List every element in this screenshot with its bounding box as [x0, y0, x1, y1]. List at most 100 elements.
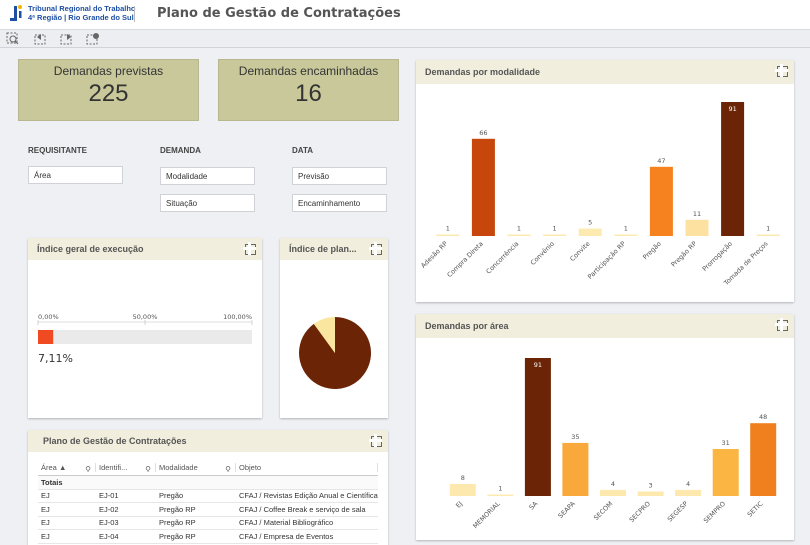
- kpi-value: 225: [88, 80, 129, 107]
- bar[interactable]: [507, 234, 531, 237]
- table-row[interactable]: EJ EJ-01 Pregão CFAJ / Revistas Edição A…: [38, 490, 378, 503]
- bar-value-label: 91: [728, 105, 736, 113]
- bar[interactable]: [712, 449, 739, 496]
- search-icon[interactable]: ⚲: [85, 465, 91, 472]
- kpi-demandas-encaminhadas[interactable]: Demandas encaminhadas 16: [218, 59, 399, 121]
- bar[interactable]: [750, 423, 777, 496]
- step-back-icon[interactable]: [34, 32, 48, 46]
- column-header-label: Objeto: [239, 463, 262, 472]
- table-row[interactable]: EJ EJ-02 Pregão RP CFAJ / Coffee Break e…: [38, 503, 378, 517]
- gauge-tick-max: 100,00%: [223, 313, 252, 321]
- card-title: Índice geral de execução: [37, 244, 144, 254]
- column-header-modalidade[interactable]: Modalidade ⚲: [156, 463, 236, 472]
- category-tick-label: Adesão RP: [419, 240, 449, 270]
- category-tick-label: MEMORIAL: [471, 499, 502, 530]
- column-header-objeto[interactable]: Objeto: [236, 463, 378, 472]
- planning-pie-chart: [299, 317, 372, 389]
- gauge-tick-min: 0,00%: [38, 313, 59, 321]
- bar[interactable]: [756, 234, 780, 237]
- search-selection-icon[interactable]: [6, 32, 20, 46]
- category-tick-label: Convênio: [529, 240, 556, 267]
- bar-value-label: 48: [759, 413, 767, 421]
- table-row[interactable]: EJ EJ-04 Pregão RP CFAJ / Empresa de Eve…: [38, 530, 378, 544]
- expand-icon[interactable]: [369, 242, 382, 255]
- category-tick-label: SECPRO: [628, 500, 652, 524]
- step-forward-icon[interactable]: [60, 32, 74, 46]
- card-title: Demandas por modalidade: [425, 67, 541, 77]
- bar-value-label: 8: [461, 474, 465, 482]
- bar[interactable]: [675, 489, 702, 496]
- column-header-label: Modalidade: [159, 463, 198, 472]
- column-header-area[interactable]: Área ▲ ⚲: [38, 463, 96, 472]
- bar-value-label: 3: [649, 482, 653, 490]
- bar[interactable]: [562, 442, 589, 496]
- app-header: Tribunal Regional do Trabalho 4ª Região …: [0, 0, 810, 30]
- plano-table: Área ▲ ⚲ Identifi... ⚲ Modalidade ⚲ Objeto …: [38, 460, 378, 544]
- bar-value-label: 4: [611, 480, 615, 488]
- kpi-value: 16: [295, 80, 322, 107]
- column-header-label: Área: [41, 463, 57, 472]
- clear-selection-icon[interactable]: [86, 32, 100, 46]
- category-tick-label: Compra Direta: [446, 240, 485, 279]
- search-icon[interactable]: ⚲: [145, 465, 151, 472]
- header-divider: [134, 6, 135, 22]
- expand-icon[interactable]: [775, 64, 788, 77]
- bar-value-label: 91: [534, 361, 542, 369]
- org-name: Tribunal Regional do Trabalho 4ª Região …: [28, 4, 136, 22]
- table-totals-row: Totais: [38, 476, 378, 490]
- bar[interactable]: [543, 234, 567, 237]
- column-header-identificador[interactable]: Identifi... ⚲: [96, 463, 156, 472]
- card-header: Demandas por área: [416, 314, 794, 338]
- filter-label-demanda: DEMANDA: [160, 146, 201, 155]
- bar[interactable]: [471, 138, 495, 236]
- category-tick-label: Convite: [568, 240, 591, 263]
- bar-value-label: 1: [517, 225, 521, 233]
- category-tick-label: SECOM: [592, 500, 614, 522]
- totals-label: Totais: [41, 477, 63, 487]
- cell-objeto: CFAJ / Material Bibliográfico: [239, 518, 334, 528]
- bar[interactable]: [578, 228, 602, 236]
- bar[interactable]: [685, 219, 709, 236]
- bar[interactable]: [449, 483, 476, 496]
- cell-modalidade: Pregão RP: [159, 504, 196, 514]
- filter-encaminhamento[interactable]: Encaminhamento: [292, 194, 387, 212]
- bar[interactable]: [600, 489, 626, 496]
- bar[interactable]: [614, 234, 638, 237]
- pie-slice[interactable]: [299, 317, 372, 389]
- cell-identificador: EJ-04: [99, 531, 119, 541]
- card-header: Índice de plan...: [280, 238, 388, 260]
- area-bar-chart: 8 EJ 1 MEMORIAL 91 SA 35 SEAPA 4 SECOM 3 SECPRO 4 SEG…: [449, 358, 777, 530]
- filter-modalidade[interactable]: Modalidade: [160, 167, 255, 185]
- org-line-2: 4ª Região | Rio Grande do Sul: [28, 13, 134, 22]
- bar-value-label: 66: [479, 129, 487, 137]
- category-tick-label: SETIC: [746, 499, 765, 518]
- bar[interactable]: [487, 494, 514, 497]
- filter-situacao[interactable]: Situação: [160, 194, 255, 212]
- bar[interactable]: [524, 358, 551, 496]
- table-row[interactable]: EJ EJ-03 Pregão RP CFAJ / Material Bibli…: [38, 517, 378, 530]
- expand-icon[interactable]: [243, 242, 256, 255]
- bar[interactable]: [649, 166, 673, 236]
- gauge-track: [38, 330, 252, 344]
- filter-previsao[interactable]: Previsão: [292, 167, 387, 185]
- cell-area: EJ: [41, 518, 50, 528]
- bar[interactable]: [637, 491, 664, 497]
- expand-icon[interactable]: [775, 318, 788, 331]
- card-demandas-modalidade: Demandas por modalidade 1 Adesão RP 66 Comp…: [416, 60, 794, 302]
- category-tick-label: SA: [528, 499, 540, 511]
- bar-value-label: 1: [446, 225, 450, 233]
- bar-value-label: 31: [722, 439, 730, 447]
- bar[interactable]: [436, 234, 460, 237]
- card-plano-gestao-table: Plano de Gestão de Contratações Área ▲ ⚲ …: [28, 430, 388, 545]
- cell-identificador: EJ-02: [99, 504, 119, 514]
- execution-gauge: 0,00% 50,00% 100,00% 7,11%: [37, 313, 253, 365]
- expand-icon[interactable]: [369, 434, 382, 447]
- bar-value-label: 35: [571, 433, 579, 441]
- bar[interactable]: [721, 102, 745, 236]
- gauge-fill: [38, 330, 54, 344]
- page-title: Plano de Gestão de Contratações: [157, 6, 401, 21]
- search-icon[interactable]: ⚲: [225, 465, 231, 472]
- kpi-demandas-previstas[interactable]: Demandas previstas 225: [18, 59, 199, 121]
- cell-modalidade: Pregão: [159, 491, 184, 501]
- filter-area[interactable]: Área: [28, 166, 123, 184]
